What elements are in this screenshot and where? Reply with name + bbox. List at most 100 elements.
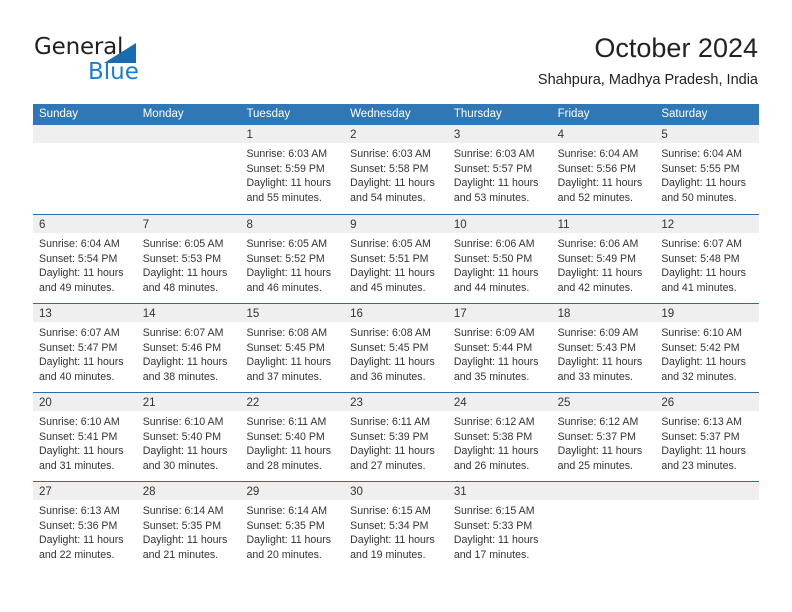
day-cell[interactable]: 31 Sunrise: 6:15 AM Sunset: 5:33 PM Dayligh… (447, 482, 552, 570)
day-detail-line: and 19 minutes. (350, 548, 426, 561)
day-detail-line: and 33 minutes. (557, 370, 633, 383)
day-detail-line: Sunrise: 6:13 AM (661, 416, 742, 428)
day-detail-line: and 30 minutes. (142, 459, 219, 472)
day-details: Sunrise: 6:10 AM Sunset: 5:41 PM Daylight:… (33, 411, 137, 473)
day-details: Sunrise: 6:03 AM Sunset: 5:58 PM Daylight:… (344, 143, 448, 205)
day-detail-line: Sunset: 5:43 PM (557, 341, 636, 354)
day-number: 10 (453, 219, 467, 231)
day-detail-line: Sunrise: 6:03 AM (453, 148, 535, 160)
day-cell[interactable]: 14 Sunrise: 6:07 AM Sunset: 5:46 PM Dayligh… (136, 304, 241, 392)
day-detail-line: Daylight: 11 hours (246, 267, 332, 280)
calendar-grid: Sunday Monday Tuesday Wednesday Thursday Frid… (33, 104, 760, 570)
day-details: Sunrise: 6:04 AM Sunset: 5:55 PM Daylight:… (655, 143, 759, 205)
day-number-band (136, 125, 241, 143)
day-cell[interactable]: 3 Sunrise: 6:03 AM Sunset: 5:57 PM Daylight… (447, 125, 552, 214)
day-detail-line: Daylight: 11 hours (661, 445, 746, 458)
day-cell[interactable]: 8 Sunrise: 6:05 AM Sunset: 5:52 PM Daylight… (240, 215, 345, 303)
day-cell[interactable]: 28 Sunrise: 6:14 AM Sunset: 5:35 PM Dayligh… (136, 482, 241, 570)
day-detail-line: Sunset: 5:34 PM (350, 519, 429, 532)
day-detail-line: Daylight: 11 hours (453, 445, 539, 458)
day-number-band: 10 (447, 215, 552, 233)
day-detail-line: and 27 minutes. (350, 459, 426, 472)
day-detail-line: Sunrise: 6:05 AM (246, 238, 328, 250)
day-detail-line: and 17 minutes. (453, 548, 530, 561)
day-number-band: 23 (344, 393, 448, 411)
day-detail-line: Sunset: 5:47 PM (39, 341, 118, 354)
day-detail-line: Sunrise: 6:03 AM (246, 148, 328, 160)
day-detail-line: and 53 minutes. (453, 191, 530, 204)
day-detail-line: Sunrise: 6:08 AM (246, 327, 328, 339)
day-cell[interactable]: 2 Sunrise: 6:03 AM Sunset: 5:58 PM Daylight… (344, 125, 448, 214)
day-cell[interactable]: 29 Sunrise: 6:14 AM Sunset: 5:35 PM Dayligh… (240, 482, 345, 570)
day-detail-line: Daylight: 11 hours (246, 445, 332, 458)
day-detail-line: Sunset: 5:41 PM (39, 430, 118, 443)
day-cell[interactable]: 7 Sunrise: 6:05 AM Sunset: 5:53 PM Daylight… (136, 215, 241, 303)
day-details: Sunrise: 6:04 AM Sunset: 5:54 PM Daylight:… (33, 233, 137, 295)
weekday-header-thursday: Thursday (453, 108, 502, 120)
day-number: 8 (246, 219, 253, 231)
day-cell[interactable]: 16 Sunrise: 6:08 AM Sunset: 5:45 PM Dayligh… (344, 304, 448, 392)
day-details (655, 500, 759, 504)
day-number: 25 (557, 397, 571, 409)
day-cell[interactable]: 11 Sunrise: 6:06 AM Sunset: 5:49 PM Dayligh… (551, 215, 656, 303)
day-detail-line: Sunrise: 6:05 AM (142, 238, 224, 250)
calendar-page: General Blue October 2024 Shahpura, Madh… (0, 0, 792, 612)
day-cell[interactable]: 23 Sunrise: 6:11 AM Sunset: 5:39 PM Dayligh… (344, 393, 448, 481)
day-cell[interactable]: 15 Sunrise: 6:08 AM Sunset: 5:45 PM Dayligh… (240, 304, 345, 392)
day-detail-line: Daylight: 11 hours (350, 356, 435, 369)
day-cell[interactable]: 1 Sunrise: 6:03 AM Sunset: 5:59 PM Daylight… (240, 125, 345, 214)
day-number: 7 (142, 219, 150, 231)
day-number: 9 (350, 219, 357, 231)
day-cell[interactable]: 10 Sunrise: 6:06 AM Sunset: 5:50 PM Dayligh… (447, 215, 552, 303)
day-detail-line: Daylight: 11 hours (350, 267, 435, 280)
day-details: Sunrise: 6:11 AM Sunset: 5:40 PM Daylight:… (240, 411, 344, 473)
day-detail-line: Sunrise: 6:11 AM (350, 416, 431, 428)
day-cell[interactable]: 12 Sunrise: 6:07 AM Sunset: 5:48 PM Dayligh… (655, 215, 760, 303)
weekday-header-tuesday: Tuesday (246, 108, 291, 120)
day-cell[interactable]: 21 Sunrise: 6:10 AM Sunset: 5:40 PM Dayligh… (136, 393, 241, 481)
day-number: 21 (142, 397, 156, 409)
day-number-band: 1 (240, 125, 345, 143)
day-cell[interactable]: 4 Sunrise: 6:04 AM Sunset: 5:56 PM Daylight… (551, 125, 656, 214)
day-cell[interactable]: 25 Sunrise: 6:12 AM Sunset: 5:37 PM Dayligh… (551, 393, 656, 481)
day-detail-line: Sunset: 5:46 PM (142, 341, 222, 354)
day-detail-line: Sunrise: 6:12 AM (453, 416, 535, 428)
day-number: 18 (557, 308, 571, 320)
day-details: Sunrise: 6:15 AM Sunset: 5:34 PM Daylight:… (344, 500, 448, 562)
day-cell[interactable]: 19 Sunrise: 6:10 AM Sunset: 5:42 PM Dayligh… (655, 304, 760, 392)
day-details: Sunrise: 6:09 AM Sunset: 5:43 PM Daylight:… (552, 322, 656, 384)
day-cell[interactable]: 20 Sunrise: 6:10 AM Sunset: 5:41 PM Dayligh… (33, 393, 137, 481)
day-cell[interactable]: 18 Sunrise: 6:09 AM Sunset: 5:43 PM Dayligh… (551, 304, 656, 392)
day-detail-line: and 37 minutes. (246, 370, 322, 383)
day-cell[interactable]: 24 Sunrise: 6:12 AM Sunset: 5:38 PM Dayligh… (447, 393, 552, 481)
day-cell[interactable]: 5 Sunrise: 6:04 AM Sunset: 5:55 PM Daylight… (655, 125, 760, 214)
day-detail-line: Daylight: 11 hours (453, 267, 539, 280)
day-cell[interactable]: 6 Sunrise: 6:04 AM Sunset: 5:54 PM Daylight… (33, 215, 137, 303)
day-cell[interactable]: 30 Sunrise: 6:15 AM Sunset: 5:34 PM Dayligh… (344, 482, 448, 570)
day-details: Sunrise: 6:12 AM Sunset: 5:38 PM Daylight:… (448, 411, 552, 473)
day-details: Sunrise: 6:08 AM Sunset: 5:45 PM Daylight:… (344, 322, 448, 384)
day-detail-line: Daylight: 11 hours (142, 267, 228, 280)
day-cell[interactable]: 26 Sunrise: 6:13 AM Sunset: 5:37 PM Dayligh… (655, 393, 760, 481)
day-details (552, 500, 656, 504)
day-detail-line: Sunset: 5:51 PM (350, 252, 429, 265)
day-number: 20 (39, 397, 52, 409)
day-detail-line: Daylight: 11 hours (557, 445, 643, 458)
day-details: Sunrise: 6:04 AM Sunset: 5:56 PM Daylight:… (552, 143, 656, 205)
day-number-band: 27 (33, 482, 137, 500)
day-number: 15 (246, 308, 260, 320)
day-cell[interactable]: 22 Sunrise: 6:11 AM Sunset: 5:40 PM Dayligh… (240, 393, 345, 481)
day-detail-line: Sunset: 5:36 PM (39, 519, 118, 532)
day-cell[interactable]: 9 Sunrise: 6:05 AM Sunset: 5:51 PM Daylight… (344, 215, 448, 303)
day-number-band: 14 (136, 304, 241, 322)
day-detail-line: Sunset: 5:33 PM (453, 519, 533, 532)
weekday-header-saturday: Saturday (661, 108, 708, 120)
day-number-band: 30 (344, 482, 448, 500)
day-cell[interactable]: 17 Sunrise: 6:09 AM Sunset: 5:44 PM Dayligh… (447, 304, 552, 392)
day-detail-line: Sunrise: 6:06 AM (557, 238, 639, 250)
day-cell[interactable]: 27 Sunrise: 6:13 AM Sunset: 5:36 PM Dayligh… (33, 482, 137, 570)
day-number-band: 12 (655, 215, 760, 233)
day-cell[interactable]: 13 Sunrise: 6:07 AM Sunset: 5:47 PM Dayligh… (33, 304, 137, 392)
day-number-band: 11 (551, 215, 656, 233)
day-number-band: 26 (655, 393, 760, 411)
